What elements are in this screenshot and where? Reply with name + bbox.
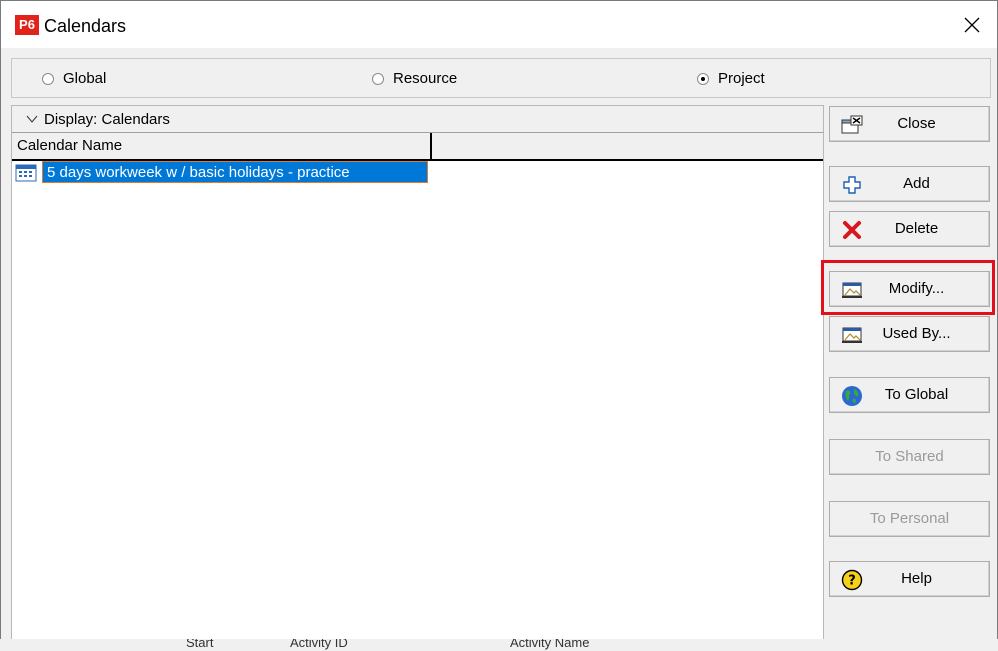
radio-circle-resource — [372, 72, 384, 85]
window-close-button[interactable] — [947, 1, 997, 48]
radio-circle-global — [42, 72, 54, 85]
background-column-activity-id: Activity ID — [290, 639, 348, 650]
delete-button-label: Delete — [894, 220, 939, 237]
title-bar: P6 Calendars — [1, 1, 997, 48]
help-button[interactable]: ? Help — [829, 561, 990, 597]
modify-button-label: Modify... — [888, 280, 945, 297]
radio-resource[interactable]: Resource — [372, 70, 457, 87]
to-personal-button-label: To Personal — [869, 510, 950, 527]
close-window-icon — [840, 115, 864, 135]
display-label: Display: Calendars — [44, 110, 170, 128]
calendar-icon — [15, 164, 37, 186]
radio-project-label: Project — [718, 70, 765, 87]
background-window-strip: Start Activity ID Activity Name — [0, 639, 998, 651]
to-shared-button[interactable]: To Shared — [829, 439, 990, 475]
radio-global-label: Global — [63, 70, 107, 87]
calendar-scope-options: Global Resource Project — [11, 58, 991, 98]
modify-button[interactable]: Modify... — [829, 271, 990, 307]
close-button-label: Close — [897, 115, 936, 132]
modify-icon — [840, 280, 864, 300]
column-header-row: Calendar Name — [12, 133, 823, 161]
used-by-button-label: Used By... — [882, 325, 951, 342]
calendar-name-cell[interactable]: 5 days workweek w / basic holidays - pra… — [42, 161, 428, 183]
to-global-button-label: To Global — [884, 386, 949, 403]
table-row[interactable]: 5 days workweek w / basic holidays - pra… — [12, 161, 432, 185]
calendar-list-panel: Display: Calendars Calendar Name 5 days … — [11, 105, 824, 642]
close-button[interactable]: Close — [829, 106, 990, 142]
to-personal-button[interactable]: To Personal — [829, 501, 990, 537]
add-button[interactable]: Add — [829, 166, 990, 202]
collapse-arrow-icon — [26, 115, 38, 123]
radio-global[interactable]: Global — [42, 70, 106, 87]
display-options-bar[interactable]: Display: Calendars — [12, 106, 823, 133]
globe-icon — [840, 386, 864, 406]
background-column-activity-name: Activity Name — [510, 639, 590, 650]
radio-project[interactable]: Project — [697, 70, 765, 87]
used-by-button[interactable]: Used By... — [829, 316, 990, 352]
add-button-label: Add — [903, 175, 930, 192]
radio-resource-label: Resource — [393, 70, 458, 87]
p6-logo-icon: P6 — [15, 15, 39, 35]
dialog-title: Calendars — [44, 16, 127, 36]
calendars-dialog: P6 Calendars Global Resource Project Dis… — [0, 0, 998, 651]
help-button-label: Help — [901, 570, 932, 587]
column-header-calendar-name[interactable]: Calendar Name — [12, 133, 432, 159]
delete-button[interactable]: Delete — [829, 211, 990, 247]
plus-icon — [840, 175, 864, 195]
help-icon: ? — [840, 569, 864, 591]
close-icon — [964, 17, 980, 32]
radio-circle-project — [697, 72, 709, 85]
used-by-icon — [840, 325, 864, 345]
svg-text:?: ? — [848, 574, 856, 589]
to-global-button[interactable]: To Global — [829, 377, 990, 413]
background-column-start: Start — [186, 639, 214, 650]
to-shared-button-label: To Shared — [875, 448, 944, 465]
red-x-icon — [840, 220, 864, 240]
